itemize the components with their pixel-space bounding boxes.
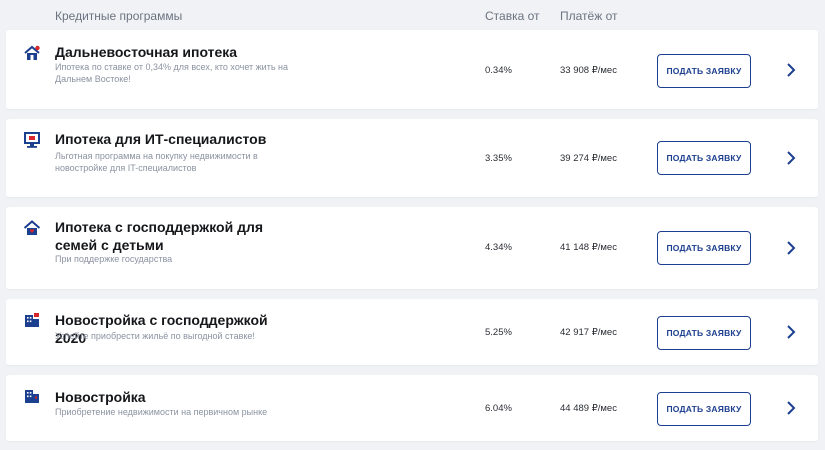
building-icon (25, 390, 39, 403)
chevron-right-icon[interactable] (786, 241, 796, 255)
program-card-family[interactable]: Ипотека с господдержкой для семей с деть… (6, 207, 818, 289)
program-title: Ипотека для ИТ-специалистов (55, 131, 267, 147)
program-payment: 41 148 ₽/мес (560, 242, 617, 253)
program-payment: 44 489 ₽/мес (560, 403, 617, 414)
programs-column-header: Кредитные программы (55, 9, 183, 23)
program-rate: 4.34% (485, 242, 512, 253)
apply-button[interactable]: ПОДАТЬ ЗАЯВКУ (657, 54, 751, 88)
family-house-icon (23, 220, 41, 235)
table-header: Кредитные программы Ставка от Платёж от (0, 0, 825, 30)
apply-button[interactable]: ПОДАТЬ ЗАЯВКУ (657, 392, 751, 426)
building-flag-icon (25, 313, 39, 327)
program-description: Успейте приобрести жильё по выгодной ста… (55, 331, 255, 341)
chevron-right-icon[interactable] (786, 401, 796, 415)
program-rate: 5.25% (485, 327, 512, 338)
program-card-far-east[interactable]: Дальневосточная ипотека Ипотека по ставк… (6, 30, 818, 109)
program-rate: 3.35% (485, 153, 512, 164)
chevron-right-icon[interactable] (786, 325, 796, 339)
payment-column-header: Платёж от (560, 9, 618, 23)
program-card-new-build[interactable]: Новостройка Приобретение недвижимости на… (6, 375, 818, 441)
chevron-right-icon[interactable] (786, 63, 796, 77)
program-payment: 39 274 ₽/мес (560, 153, 617, 164)
program-payment: 33 908 ₽/мес (560, 65, 617, 76)
program-title: Новостройка (55, 389, 146, 405)
program-rate: 0.34% (485, 65, 512, 76)
apply-button[interactable]: ПОДАТЬ ЗАЯВКУ (657, 231, 751, 265)
program-description: При поддержке государства (55, 254, 173, 264)
program-payment: 42 917 ₽/мес (560, 327, 617, 338)
program-description: Ипотека по ставке от 0,34% для всех, кто… (55, 62, 288, 84)
program-card-new-build-2020[interactable]: Новостройка с господдержкой 2020 Успейте… (6, 299, 818, 365)
house-sun-icon (24, 45, 40, 60)
program-description: Приобретение недвижимости на первичном р… (55, 407, 268, 417)
chevron-right-icon[interactable] (786, 151, 796, 165)
apply-button[interactable]: ПОДАТЬ ЗАЯВКУ (657, 141, 751, 175)
apply-button[interactable]: ПОДАТЬ ЗАЯВКУ (657, 316, 751, 350)
program-title: Ипотека с господдержкой для семей с деть… (55, 219, 264, 253)
rate-column-header: Ставка от (485, 9, 540, 23)
program-title: Дальневосточная ипотека (55, 44, 238, 60)
program-card-it[interactable]: Ипотека для ИТ-специалистов Льготная про… (6, 119, 818, 197)
program-description: Льготная программа на покупку недвижимос… (55, 151, 258, 173)
program-rate: 6.04% (485, 403, 512, 414)
monitor-icon (24, 132, 40, 148)
